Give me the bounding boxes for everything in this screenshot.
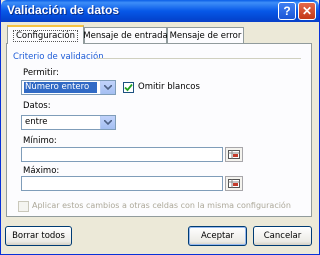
accept-label: Aceptar xyxy=(201,231,234,241)
datos-value: entre xyxy=(25,117,48,127)
maximo-input[interactable] xyxy=(21,176,223,191)
apply-all-label: Aplicar estos cambios a otras celdas con… xyxy=(32,201,291,210)
help-icon: ? xyxy=(283,4,291,18)
close-icon: ✕ xyxy=(301,4,313,18)
minimo-input[interactable] xyxy=(21,147,223,162)
group-divider xyxy=(96,58,301,59)
accept-button[interactable]: Aceptar xyxy=(188,226,247,246)
chevron-down-icon xyxy=(104,120,112,125)
tab-configuracion[interactable]: Configuración xyxy=(7,25,84,44)
validation-dialog: Validación de datos ? ✕ Configuración Me… xyxy=(0,0,320,255)
apply-all-checkbox[interactable] xyxy=(18,201,29,212)
minimo-range-button[interactable] xyxy=(225,147,243,162)
maximo-label: Máximo: xyxy=(23,166,60,176)
permitir-label: Permitir: xyxy=(23,68,59,78)
omitir-blancos-label: Omitir blancos xyxy=(138,82,200,92)
datos-label: Datos: xyxy=(23,101,51,111)
tab-mensaje-entrada[interactable]: Mensaje de entrada xyxy=(83,27,168,43)
range-selector-icon xyxy=(228,150,240,159)
close-button[interactable]: ✕ xyxy=(298,2,316,20)
checkmark-icon xyxy=(124,83,133,92)
clear-all-label: Borrar todos xyxy=(12,231,65,241)
window-title: Validación de datos xyxy=(7,3,120,17)
omitir-blancos-checkbox[interactable] xyxy=(123,82,134,93)
permitir-select[interactable]: Número entero xyxy=(21,80,116,95)
help-button[interactable]: ? xyxy=(278,2,296,20)
range-selector-icon xyxy=(228,179,240,188)
group-label: Criterio de validación xyxy=(13,52,104,62)
clear-all-button[interactable]: Borrar todos xyxy=(5,226,72,246)
datos-dropdown-button[interactable] xyxy=(100,116,115,129)
chevron-down-icon xyxy=(104,85,112,90)
cancel-label: Cancelar xyxy=(263,231,302,241)
tab-mensaje-entrada-label: Mensaje de entrada xyxy=(83,30,168,41)
permitir-dropdown-button[interactable] xyxy=(100,81,115,94)
tab-mensaje-error[interactable]: Mensaje de error xyxy=(167,27,244,43)
datos-select[interactable]: entre xyxy=(21,115,116,130)
tab-configuracion-label: Configuración xyxy=(13,29,78,42)
cancel-button[interactable]: Cancelar xyxy=(253,226,312,246)
tab-mensaje-error-label: Mensaje de error xyxy=(169,30,242,41)
maximo-range-button[interactable] xyxy=(225,176,243,191)
permitir-value: Número entero xyxy=(24,82,97,93)
title-bar[interactable]: Validación de datos ? ✕ xyxy=(1,0,319,22)
minimo-label: Mínimo: xyxy=(23,136,57,146)
